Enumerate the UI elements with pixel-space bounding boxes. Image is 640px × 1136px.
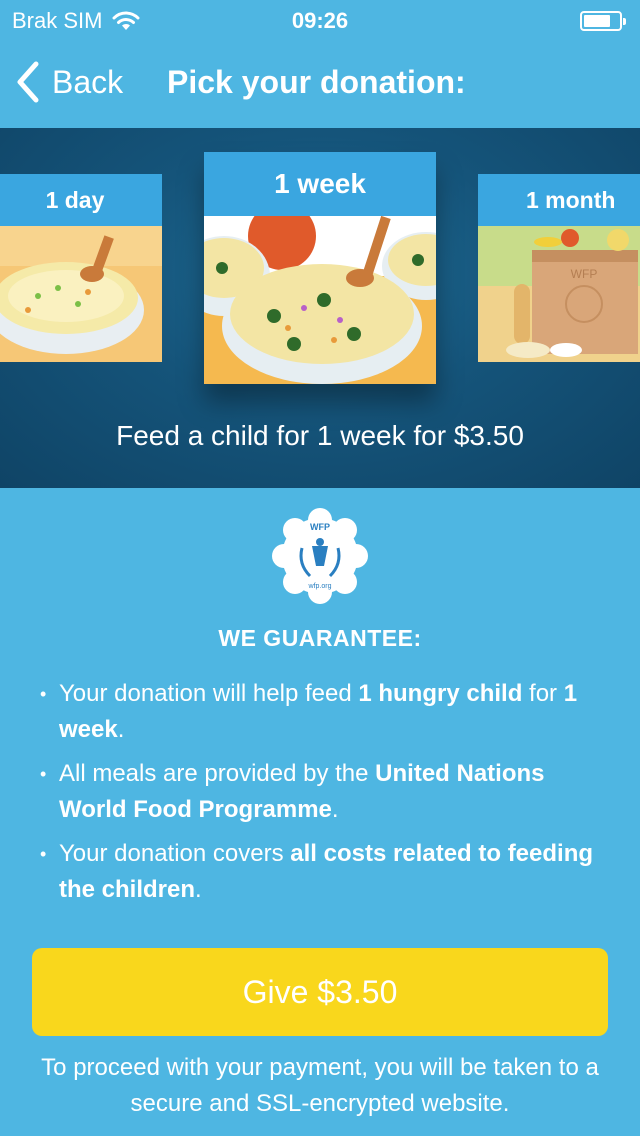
payment-footnote: To proceed with your payment, you will b… (41, 1054, 599, 1117)
list-item: • All meals are provided by the United N… (40, 756, 600, 828)
back-label: Back (52, 63, 124, 100)
badge-wfp-text: WFP (310, 522, 330, 532)
wfp-logo-badge: WFP wfp.org (272, 508, 368, 604)
meal-bowls-image (204, 216, 436, 384)
bullet-text: Your donation covers (59, 840, 291, 867)
nav-bar: Back Pick your donation: (0, 40, 640, 128)
card-1-day[interactable]: 1 day (0, 174, 162, 362)
status-bar: Brak SIM 09:26 (0, 0, 640, 40)
bullet-text: . (117, 716, 125, 743)
bullet-text: . (331, 796, 339, 823)
guarantee-title: WE GUARANTEE: (218, 625, 422, 651)
card-1-week[interactable]: 1 week (204, 152, 436, 384)
battery-icon (580, 11, 626, 31)
card-1-month[interactable]: 1 month WFP (478, 174, 640, 362)
bullet-text: All meals are provided by the (59, 760, 376, 787)
bullet-text: Your donation will help feed (59, 680, 359, 707)
page-title: Pick your donation: (167, 64, 466, 100)
card-label-week: 1 week (204, 152, 436, 216)
bullet-dot: • (40, 764, 47, 784)
bullet-dot: • (40, 844, 47, 864)
rice-bowl-image (0, 226, 162, 362)
card-label-month: 1 month (478, 174, 640, 226)
donation-carousel[interactable]: 1 day 1 week 1 month WFP Feed a child fo… (0, 128, 640, 488)
list-item: • Your donation will help feed 1 hungry … (40, 676, 600, 748)
badge-url-text: wfp.org (308, 583, 332, 590)
bullet-bold: 1 hungry child (358, 680, 523, 707)
back-button[interactable]: Back (14, 60, 123, 104)
list-item: • Your donation covers all costs related… (40, 836, 600, 908)
food-bag-image: WFP (478, 226, 640, 362)
bag-wfp-label: WFP (571, 267, 598, 281)
status-time: 09:26 (291, 8, 349, 33)
bullet-dot: • (40, 684, 47, 704)
give-button[interactable]: Give $3.50 (32, 948, 608, 1036)
bullet-text: for (522, 680, 564, 707)
bullet-text: . (195, 876, 202, 903)
chevron-left-icon (17, 61, 39, 103)
carousel-caption: Feed a child for 1 week for $3.50 (116, 420, 524, 451)
guarantee-list: • Your donation will help feed 1 hungry … (40, 676, 600, 916)
card-label-day: 1 day (0, 174, 162, 226)
